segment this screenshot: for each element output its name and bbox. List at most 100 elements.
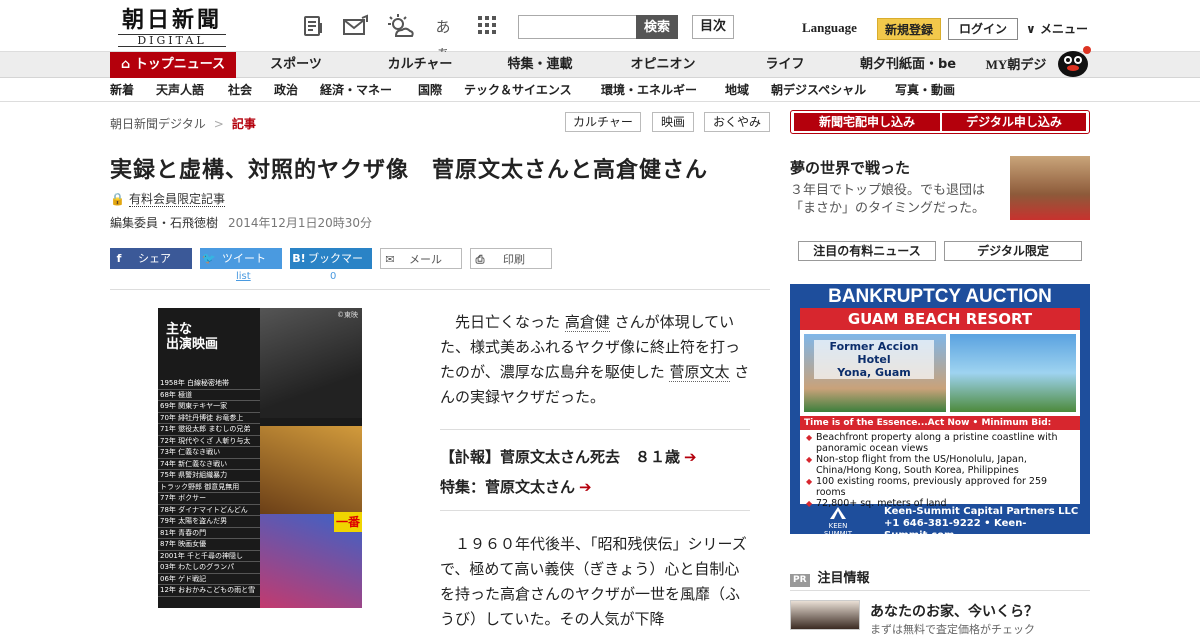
poster-badge: 一番 — [334, 512, 362, 532]
film-list-item: 87年 映画女優 — [158, 539, 260, 551]
login-button[interactable]: ログイン — [948, 18, 1018, 40]
nav-culture[interactable]: カルチャー — [370, 52, 470, 78]
film-list-item: 72年 現代やくざ 人斬り与太 — [158, 436, 260, 447]
menu-button[interactable]: ∨ メニュー — [1026, 20, 1088, 37]
search-button[interactable]: 検索 — [636, 15, 678, 39]
nav-sports[interactable]: スポーツ — [246, 52, 346, 78]
film-list-item: 81年 青春の門 — [158, 528, 260, 539]
para-text: 先日亡くなった — [455, 313, 561, 331]
film-list-item: 68年 極道 — [158, 390, 260, 401]
nav-tensei-jingo[interactable]: 天声人語 — [156, 78, 204, 102]
nav-economy[interactable]: 経済・マネー — [320, 78, 392, 102]
twitter-tweet-button[interactable]: 🐦 ツイート — [200, 248, 282, 269]
byline: 編集委員・石飛徳樹 2014年12月1日20時30分 — [110, 214, 372, 231]
ad-company: Keen-Summit Capital Partners LLC — [884, 506, 1079, 517]
pr-summary[interactable]: まずは無料で査定価格がチェック — [870, 621, 1035, 637]
promo-headline[interactable]: 夢の世界で戦った — [790, 157, 910, 178]
language-link[interactable]: Language — [802, 20, 857, 36]
twitter-bird-icon: 🐦 — [202, 252, 216, 265]
ad-panel: GUAM BEACH RESORT Former Accion Hotel Yo… — [800, 308, 1080, 416]
print-label: 印刷 — [503, 253, 525, 266]
logo-japanese: 朝日新聞 — [121, 7, 222, 33]
mail-share-button[interactable]: ✉ メール — [380, 248, 462, 269]
article-title: 実録と虚構、対照的ヤクザ像 菅原文太さんと高倉健さん — [110, 158, 709, 183]
subscribe-digital-button[interactable]: デジタル申し込み — [942, 113, 1086, 131]
subscribe-paper-button[interactable]: 新聞宅配申し込み — [794, 113, 940, 131]
related-link-feature[interactable]: 特集：菅原文太さん ➔ — [440, 476, 592, 497]
premium-label[interactable]: 🔒 有料会員限定記事 — [110, 190, 225, 207]
printer-icon: ⎙ — [475, 253, 485, 266]
nav-latest[interactable]: 新着 — [110, 78, 134, 102]
film-list-item: 74年 新仁義なき戦い — [158, 459, 260, 470]
menu-label: メニュー — [1039, 22, 1088, 36]
facebook-share-button[interactable]: f シェア — [110, 248, 192, 269]
nav-features[interactable]: 特集・連載 — [490, 52, 590, 78]
film-list-item: 2001年 千と千尋の神隠し — [158, 551, 260, 562]
register-button[interactable]: 新規登録 — [877, 18, 941, 40]
related-link-obituary[interactable]: 【訃報】菅原文太さん死去 ８１歳 ➔ — [440, 446, 697, 467]
tag-obituary[interactable]: おくやみ — [704, 112, 770, 132]
weather-icon[interactable] — [386, 14, 414, 40]
filmography-image[interactable]: 一番 ©東映 主な 出演映画 1958年 白線秘密地帯 68年 極道 69年 関東テ… — [158, 308, 362, 608]
film-still-photo — [260, 426, 362, 514]
hatena-bookmark-button[interactable]: B! ブックマーク — [290, 248, 372, 286]
ad-bullets: Beachfront property along a pristine coa… — [800, 430, 1080, 509]
film-list-item: 79年 太陽を盗んだ男 — [158, 516, 260, 528]
mascot-icon[interactable] — [1056, 44, 1092, 78]
subscribe-box: 新聞宅配申し込み デジタル申し込み — [790, 110, 1090, 134]
film-list-item: 75年 県警対組織暴力 — [158, 470, 260, 482]
nav-my-asahi[interactable]: MY朝デジ — [978, 52, 1054, 78]
facebook-icon: f — [116, 252, 122, 265]
nav-society[interactable]: 社会 — [228, 78, 252, 102]
breadcrumb-separator: > — [213, 117, 224, 131]
ad-bullet: Non-stop flight from the US/Honolulu, Ja… — [806, 454, 1076, 476]
person-link-takakura[interactable]: 高倉健 — [564, 313, 610, 332]
film-list-item: 03年 わたしのグランパ — [158, 562, 260, 574]
breadcrumb-home[interactable]: 朝日新聞デジタル — [110, 117, 206, 131]
tab-digital-only[interactable]: デジタル限定 — [944, 241, 1082, 261]
tab-premium-news[interactable]: 注目の有料ニュース — [798, 241, 936, 261]
ad-headline: BANKRUPTCY AUCTION — [828, 286, 1052, 307]
nav-opinion[interactable]: オピニオン — [613, 52, 713, 78]
pr-headline[interactable]: あなたのお家、今いくら？ — [870, 601, 1038, 621]
tag-culture[interactable]: カルチャー — [565, 112, 641, 132]
nav-label: トップニュース — [134, 57, 226, 72]
film-list-item: 69年 関東テキヤ一家 — [158, 401, 260, 413]
nav-top-news[interactable]: ⌂ トップニュース — [110, 52, 236, 78]
ad-caption-line1: Former Accion Hotel — [829, 340, 919, 366]
nav-tech-science[interactable]: テック＆サイエンス — [464, 78, 572, 102]
search-input[interactable] — [518, 15, 638, 39]
bookmark-count[interactable]: 0 — [330, 271, 336, 282]
nav-paper[interactable]: 朝夕刊紙面・be — [850, 52, 966, 78]
nav-environment[interactable]: 環境・エネルギー — [601, 78, 697, 102]
home-icon: ⌂ — [120, 57, 135, 72]
film-list-item: 1958年 白線秘密地帯 — [158, 378, 260, 390]
tweet-label: ツイート — [222, 252, 266, 265]
nav-life[interactable]: ライフ — [735, 52, 835, 78]
font-size-icon[interactable]: あぁ — [430, 14, 456, 62]
promo-thumbnail[interactable] — [1010, 156, 1090, 220]
nav-politics[interactable]: 政治 — [274, 78, 298, 102]
related-link-label: 【訃報】菅原文太さん死去 ８１歳 — [440, 448, 681, 466]
newspaper-icon[interactable] — [300, 14, 326, 40]
film-list-item: 70年 緋牡丹博徒 お竜参上 — [158, 413, 260, 424]
index-button[interactable]: 目次 — [692, 15, 734, 39]
divider — [790, 590, 1090, 591]
print-button[interactable]: ⎙ 印刷 — [470, 248, 552, 269]
promo-summary[interactable]: ３年目でトップ娘役。でも退団は「まさか」のタイミングだった。 — [790, 182, 1005, 218]
nav-photo-video[interactable]: 写真・動画 — [895, 78, 955, 102]
tweet-count[interactable]: list — [236, 271, 251, 282]
pr-heading-text: 注目情報 — [817, 571, 870, 586]
mail-tablet-icon[interactable] — [342, 14, 368, 40]
pr-thumbnail[interactable] — [790, 600, 860, 630]
site-logo[interactable]: 朝日新聞 DIGITAL — [112, 7, 232, 47]
person-link-sugawara[interactable]: 菅原文太 — [669, 363, 730, 382]
film-list-item: 12年 おおかみこどもの雨と雪 — [158, 585, 260, 597]
advertisement-banner[interactable]: BANKRUPTCY AUCTION GUAM BEACH RESORT For… — [790, 284, 1090, 534]
nav-international[interactable]: 国際 — [418, 78, 442, 102]
mail-label: メール — [409, 253, 442, 266]
grid-menu-icon[interactable] — [474, 14, 500, 40]
tag-movie[interactable]: 映画 — [652, 112, 694, 132]
nav-region[interactable]: 地域 — [725, 78, 749, 102]
nav-special[interactable]: 朝デジスペシャル — [771, 78, 866, 102]
